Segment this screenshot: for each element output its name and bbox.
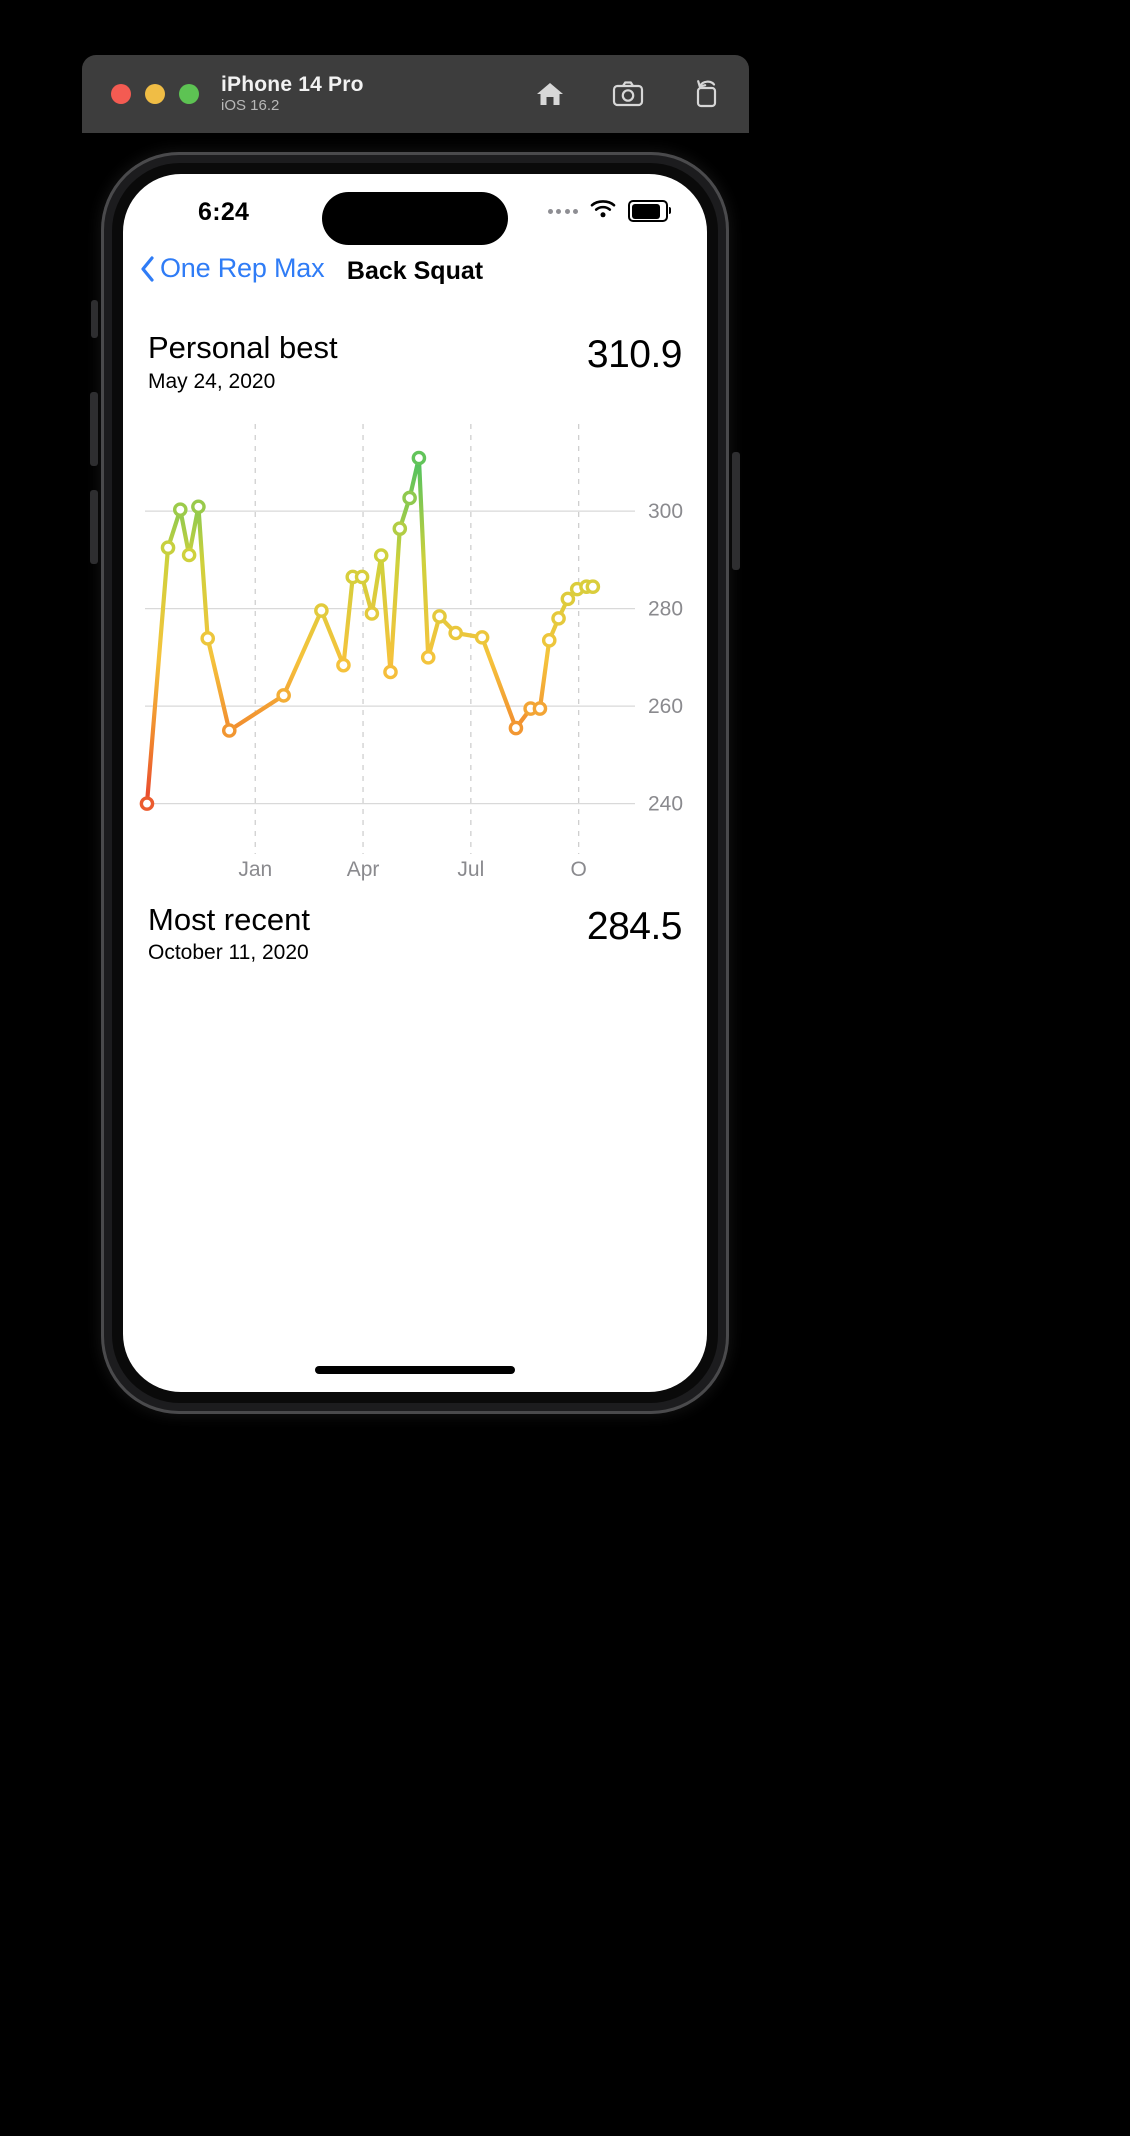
chart-data-point <box>585 578 601 594</box>
chart-data-point <box>160 539 176 555</box>
traffic-light-group <box>111 84 199 104</box>
chart-data-point <box>181 547 197 562</box>
back-button[interactable]: One Rep Max <box>140 253 325 284</box>
personal-best-summary: Personal best May 24, 2020 310.9 <box>123 330 707 394</box>
y-axis-tick-label: 280 <box>648 597 683 620</box>
chart-data-point <box>448 625 463 640</box>
chart-data-point <box>411 450 427 465</box>
most-recent-value: 284.5 <box>586 904 683 948</box>
window-title-group: iPhone 14 Pro iOS 16.2 <box>221 73 364 115</box>
cellular-dots-icon <box>547 208 578 214</box>
chart-data-point <box>474 629 490 645</box>
window-subtitle: iOS 16.2 <box>221 97 280 115</box>
chart-data-point <box>364 605 380 621</box>
most-recent-summary: Most recent October 11, 2020 284.5 <box>123 902 707 966</box>
chart-data-point <box>392 520 408 536</box>
volume-down-button[interactable] <box>90 490 98 564</box>
ios-status-bar: 6:24 <box>123 174 707 246</box>
chart-data-point <box>200 630 216 646</box>
chart-line <box>144 455 595 806</box>
battery-icon <box>628 200 671 222</box>
x-axis-tick-label: O <box>570 858 586 881</box>
zoom-button-icon[interactable] <box>179 84 199 104</box>
rotate-icon[interactable] <box>689 77 723 111</box>
y-axis-tick-label: 300 <box>648 500 683 523</box>
most-recent-labels: Most recent October 11, 2020 <box>148 902 310 966</box>
chart-data-point <box>373 547 389 563</box>
minimize-button-icon[interactable] <box>145 84 165 104</box>
personal-best-labels: Personal best May 24, 2020 <box>148 330 338 394</box>
status-bar-indicators <box>547 199 671 223</box>
chart-data-point <box>541 632 557 648</box>
screenshot-icon[interactable] <box>611 77 645 111</box>
status-bar-clock: 6:24 <box>198 198 250 226</box>
personal-best-value: 310.9 <box>586 333 683 376</box>
chart-data-point <box>420 649 436 665</box>
most-recent-date: October 11, 2020 <box>148 941 309 965</box>
chart-data-point <box>336 657 351 673</box>
page-title: Back Squat <box>346 257 484 285</box>
chart-data-point <box>508 720 524 735</box>
one-rep-max-chart[interactable]: 240 260 280 300 Jan Apr Jul O <box>123 422 707 884</box>
chart-data-point <box>532 700 548 716</box>
window-title: iPhone 14 Pro <box>221 72 364 96</box>
wifi-icon <box>590 199 616 223</box>
device-frame: 6:24 One Rep Max Back Squat Personal bes… <box>90 152 740 1414</box>
chart-data-point <box>432 608 447 624</box>
chart-data-point <box>139 795 155 811</box>
x-axis-tick-label: Jan <box>238 858 272 881</box>
chart-data-point <box>314 602 329 618</box>
chart-data-point <box>354 569 370 584</box>
silent-switch[interactable] <box>91 300 98 338</box>
window-toolbar-actions <box>533 77 723 111</box>
navigation-bar: One Rep Max Back Squat <box>123 246 707 308</box>
dynamic-island <box>322 192 508 245</box>
most-recent-title: Most recent <box>148 901 310 937</box>
chart-data-point <box>551 610 566 626</box>
x-axis-tick-label: Jul <box>457 858 484 881</box>
home-icon[interactable] <box>533 77 567 111</box>
chart-data-point <box>560 591 576 606</box>
y-axis-tick-label: 240 <box>648 792 683 815</box>
device-screen: 6:24 One Rep Max Back Squat Personal bes… <box>123 174 707 1392</box>
chart-data-point <box>276 687 291 703</box>
chart-data-point <box>402 490 417 505</box>
x-axis-tick-label: Apr <box>347 858 380 881</box>
home-indicator[interactable] <box>315 1366 515 1374</box>
chart-data-point <box>172 501 188 517</box>
chart-data-point <box>383 664 398 679</box>
volume-up-button[interactable] <box>90 392 98 466</box>
simulator-window-titlebar: iPhone 14 Pro iOS 16.2 <box>82 55 749 133</box>
chart-data-point <box>221 722 237 738</box>
back-button-label: One Rep Max <box>160 253 325 283</box>
chart-canvas: 240 260 280 300 Jan Apr Jul O <box>139 423 683 881</box>
y-axis-tick-label: 260 <box>648 695 683 718</box>
chart-data-point <box>191 499 206 514</box>
chevron-left-icon <box>141 255 154 282</box>
personal-best-date: May 24, 2020 <box>148 369 276 393</box>
close-button-icon[interactable] <box>111 84 131 104</box>
personal-best-title: Personal best <box>148 330 338 365</box>
power-button[interactable] <box>732 452 740 570</box>
